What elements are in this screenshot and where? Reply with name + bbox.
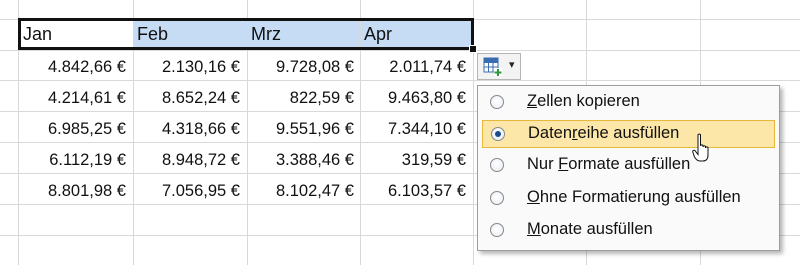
data-cell[interactable]: 8.102,47 €: [252, 176, 360, 206]
data-cell[interactable]: 3.388,46 €: [252, 145, 360, 175]
menu-item-label: Zellen kopieren: [527, 92, 640, 110]
radio-button-selected[interactable]: [491, 127, 505, 141]
header-cell-jan[interactable]: Jan: [20, 20, 133, 50]
header-cell-mrz[interactable]: Mrz: [248, 20, 360, 50]
menu-item-zellen-kopieren[interactable]: Zellen kopieren: [482, 89, 775, 117]
data-cell[interactable]: 7.056,95 €: [138, 176, 246, 206]
header-cell-apr[interactable]: Apr: [361, 20, 471, 50]
data-cell[interactable]: 9.728,08 €: [252, 52, 360, 82]
menu-item-datenreihe-ausfuellen[interactable]: Datenreihe ausfüllen: [482, 120, 775, 148]
menu-item-nur-formate-ausfuellen[interactable]: Nur Formate ausfüllen: [482, 152, 775, 180]
autofill-options-button[interactable]: ▾: [477, 53, 521, 80]
data-cell[interactable]: 6.985,25 €: [24, 114, 132, 144]
data-cell[interactable]: 8.948,72 €: [138, 145, 246, 175]
radio-button[interactable]: [490, 95, 504, 109]
autofill-options-menu: Zellen kopieren Datenreihe ausfüllen Nur…: [477, 85, 780, 251]
data-cell[interactable]: 9.463,80 €: [364, 83, 472, 113]
data-cell[interactable]: 6.103,57 €: [364, 176, 472, 206]
autofill-options-icon: [483, 57, 502, 76]
chevron-down-icon: ▾: [509, 59, 515, 71]
data-cell[interactable]: 4.842,66 €: [24, 52, 132, 82]
data-cell[interactable]: 9.551,96 €: [252, 114, 360, 144]
radio-button[interactable]: [490, 191, 504, 205]
data-cell[interactable]: 7.344,10 €: [364, 114, 472, 144]
menu-item-label: Nur Formate ausfüllen: [527, 155, 691, 173]
menu-item-label: Datenreihe ausfüllen: [528, 124, 680, 142]
data-cell[interactable]: 8.652,24 €: [138, 83, 246, 113]
menu-item-label: Monate ausfüllen: [527, 220, 653, 238]
radio-button[interactable]: [490, 223, 504, 237]
data-cell[interactable]: 319,59 €: [364, 145, 472, 175]
menu-item-monate-ausfuellen[interactable]: Monate ausfüllen: [482, 217, 775, 245]
data-cell[interactable]: 4.318,66 €: [138, 114, 246, 144]
header-cell-feb[interactable]: Feb: [134, 20, 247, 50]
data-cell[interactable]: 8.801,98 €: [24, 176, 132, 206]
data-cell[interactable]: 4.214,61 €: [24, 83, 132, 113]
data-cell[interactable]: 2.130,16 €: [138, 52, 246, 82]
data-cell[interactable]: 2.011,74 €: [364, 52, 472, 82]
data-cell[interactable]: 822,59 €: [252, 83, 360, 113]
menu-item-ohne-formatierung-ausfuellen[interactable]: Ohne Formatierung ausfüllen: [482, 185, 775, 213]
data-cell[interactable]: 6.112,19 €: [24, 145, 132, 175]
menu-item-label: Ohne Formatierung ausfüllen: [527, 188, 741, 206]
hand-cursor-icon: [692, 133, 709, 162]
radio-button[interactable]: [490, 158, 504, 172]
